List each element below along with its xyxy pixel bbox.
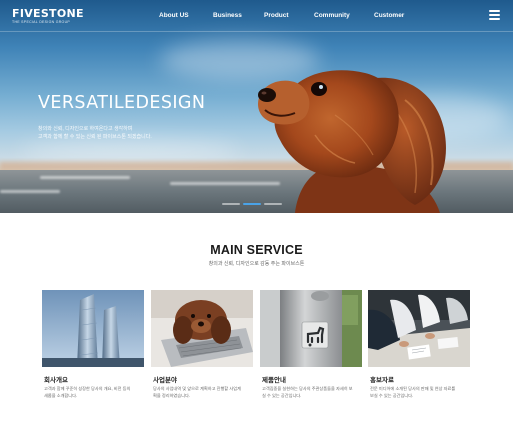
card-title[interactable]: 회사개요 bbox=[44, 374, 68, 384]
logo-text: FIVESTONE bbox=[12, 7, 84, 20]
card-description-line: 고객집중을 실현하는 당사의 주관상품들을 자세히 보 bbox=[262, 386, 353, 391]
card-description: 고객집중을 실현하는 당사의 주관상품들을 자세히 보 실 수 있는 공간입니다… bbox=[262, 386, 358, 399]
site-logo[interactable]: FIVESTONE THE SPECIAL DESIGN GROUP bbox=[12, 8, 84, 25]
card-description-line: 전문 미디어에 소개된 당사의 판매 및 연상 자료를 bbox=[370, 386, 456, 391]
card-title[interactable]: 제품안내 bbox=[262, 374, 286, 384]
meeting-photo[interactable] bbox=[368, 290, 470, 367]
card-description-line: 보실 수 있는 공간입니다. bbox=[370, 392, 414, 398]
service-card-company: 회사개요 고객과 함께 꾸준히 성장한 당사의 개요, 비전 등의 새롭을 소개… bbox=[42, 290, 144, 398]
card-description: 고객과 함께 꾸준히 성장한 당사의 개요, 비전 등의 새롭을 소개합니다. bbox=[44, 386, 140, 399]
wave bbox=[40, 176, 130, 179]
logo-tagline: THE SPECIAL DESIGN GROUP bbox=[12, 20, 71, 24]
hero-title: VERSATILEDESIGN bbox=[38, 93, 206, 113]
wave bbox=[0, 190, 60, 193]
dog-on-laptop-photo[interactable] bbox=[151, 290, 253, 367]
nav-product[interactable]: Product bbox=[264, 12, 289, 19]
hero-banner: FIVESTONE THE SPECIAL DESIGN GROUP About… bbox=[0, 0, 513, 213]
section-subtitle: 창의과 신뢰, 디자인으로 감동 주는 파이브스톤 bbox=[208, 261, 305, 267]
nav-about-us[interactable]: About US bbox=[159, 12, 189, 19]
card-description-line: 획을 정리하였습니다. bbox=[153, 392, 191, 398]
service-card-media: 홍보자료 전문 미디어에 소개된 당사의 판매 및 연상 자료를 보실 수 있는… bbox=[368, 290, 470, 398]
top-navigation-bar: FIVESTONE THE SPECIAL DESIGN GROUP About… bbox=[0, 0, 513, 32]
card-title[interactable]: 사업분야 bbox=[153, 374, 177, 384]
slide-indicator-2-active[interactable] bbox=[243, 203, 261, 205]
dog-photo bbox=[258, 70, 446, 213]
card-description-line: 실 수 있는 공간입니다. bbox=[262, 392, 302, 398]
card-description: 전문 미디어에 소개된 당사의 판매 및 연상 자료를 보실 수 있는 공간입니… bbox=[370, 386, 466, 399]
card-title[interactable]: 홍보자료 bbox=[370, 374, 394, 384]
card-description: 당사의 사업내역 및 앞으로 계획하고 진행할 사업계 획을 정리하였습니다. bbox=[153, 386, 249, 399]
card-description-line: 당사의 사업내역 및 앞으로 계획하고 진행할 사업계 bbox=[153, 386, 241, 391]
service-card-business: 사업분야 당사의 사업내역 및 앞으로 계획하고 진행할 사업계 획을 정리하였… bbox=[151, 290, 253, 398]
slide-indicator-1[interactable] bbox=[222, 203, 240, 205]
skyscraper-photo[interactable] bbox=[42, 290, 144, 367]
hero-description-line: 고객과 함께 할 수 있는 신뢰 된 파이브스톤 되겠습니다. bbox=[38, 134, 152, 140]
hero-description: 창의와 신뢰, 디자인으로 하여온다고 생각하며 고객과 함께 할 수 있는 신… bbox=[38, 125, 188, 141]
cloud bbox=[20, 140, 240, 162]
hero-description-line: 창의와 신뢰, 디자인으로 하여온다고 생각하며 bbox=[38, 126, 133, 132]
card-description-line: 고객과 함께 꾸준히 성장한 당사의 개요, 비전 등의 bbox=[44, 386, 131, 391]
slide-indicator-3[interactable] bbox=[264, 203, 282, 205]
service-card-product: 제품안내 고객집중을 실현하는 당사의 주관상품들을 자세히 보 실 수 있는 … bbox=[260, 290, 362, 398]
nav-community[interactable]: Community bbox=[314, 12, 350, 19]
nav-business[interactable]: Business bbox=[213, 12, 242, 19]
hamburger-menu-icon[interactable] bbox=[489, 10, 500, 20]
section-title: MAIN SERVICE bbox=[210, 243, 303, 257]
nav-customer[interactable]: Customer bbox=[374, 12, 404, 19]
card-description-line: 새롭을 소개합니다. bbox=[44, 392, 78, 398]
dog-sign-photo[interactable] bbox=[260, 290, 362, 367]
